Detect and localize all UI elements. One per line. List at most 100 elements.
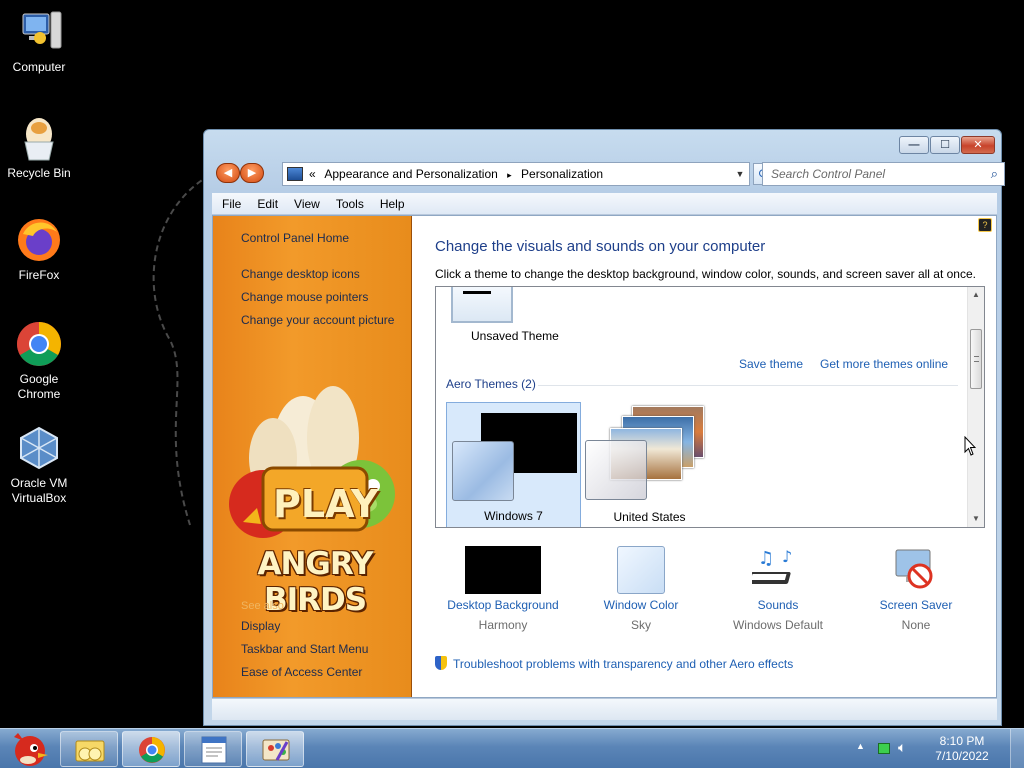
change-desktop-icons-link[interactable]: Change desktop icons <box>241 267 360 281</box>
theme-windows-7[interactable]: Windows 7 <box>446 402 581 527</box>
network-icon[interactable] <box>878 743 890 754</box>
main-panel: ? Change the visuals and sounds on your … <box>413 216 996 697</box>
search-input[interactable]: Search Control Panel ⌕ <box>762 162 1005 186</box>
sounds-icon: ♫ ♪ <box>748 546 804 594</box>
forward-arrow-icon: ▶ <box>247 167 257 179</box>
theme-list[interactable]: Unsaved Theme Save theme Get more themes… <box>435 286 985 528</box>
shield-icon <box>435 656 447 670</box>
option-value: None <box>901 618 931 632</box>
unsaved-theme-label[interactable]: Unsaved Theme <box>471 329 559 343</box>
window-color-icon <box>617 546 665 594</box>
mouse-cursor-icon <box>964 436 976 456</box>
desktop-icon-firefox[interactable]: FireFox <box>0 216 78 283</box>
taskbar-clock[interactable]: 8:10 PM 7/10/2022 <box>922 734 1002 764</box>
breadcrumb-personalization[interactable]: Personalization <box>521 167 603 181</box>
clock-time: 8:10 PM <box>939 734 985 748</box>
screen-saver-option[interactable]: Screen Saver None <box>851 546 981 632</box>
desktop-background-option[interactable]: Desktop Background Harmony <box>438 546 568 632</box>
taskbar-explorer-button[interactable] <box>60 731 118 767</box>
option-value: Harmony <box>478 618 528 632</box>
desktop-icon-computer[interactable]: Computer <box>0 8 78 75</box>
caption-buttons: — ☐ ✕ <box>899 136 995 154</box>
desktop-icon-virtualbox[interactable]: Oracle VM VirtualBox <box>0 424 78 506</box>
theme-color-swatch <box>585 440 647 500</box>
breadcrumb-separator-icon[interactable]: ▸ <box>507 170 512 180</box>
angry-bird-start-icon <box>14 733 48 766</box>
scrollbar-thumb[interactable] <box>970 329 982 389</box>
minimize-button[interactable]: — <box>899 136 929 154</box>
menu-bar: File Edit View Tools Help <box>212 193 997 215</box>
address-dropdown-icon[interactable]: ▼ <box>731 163 749 185</box>
display-link[interactable]: Display <box>241 619 280 633</box>
play-banner-text: PLAY <box>273 482 379 526</box>
breadcrumb-appearance[interactable]: Appearance and Personalization <box>324 167 497 181</box>
page-title: Change the visuals and sounds on your co… <box>435 238 766 255</box>
show-desktop-button[interactable] <box>1010 729 1024 768</box>
theme-united-states[interactable]: United States <box>582 402 717 527</box>
option-value: Windows Default <box>732 618 824 632</box>
sounds-option[interactable]: ♫ ♪ Sounds Windows Default <box>713 546 843 632</box>
scroll-down-icon[interactable]: ▼ <box>968 511 984 527</box>
close-button[interactable]: ✕ <box>961 136 995 154</box>
menu-file[interactable]: File <box>212 193 247 211</box>
back-button[interactable]: ◀ <box>216 163 240 183</box>
menu-view[interactable]: View <box>284 193 326 211</box>
option-value: Sky <box>630 618 651 632</box>
desktop-icon-label: Recycle Bin <box>7 166 71 180</box>
window-color-option[interactable]: Window Color Sky <box>576 546 706 632</box>
clock-date: 7/10/2022 <box>935 749 989 763</box>
theme-color-swatch <box>452 441 514 501</box>
navigation-bar: ◀ ▶ « Appearance and Personalization ▸ P… <box>214 162 1005 186</box>
back-arrow-icon: ◀ <box>223 167 233 179</box>
breadcrumb-overflow[interactable]: « <box>309 167 316 181</box>
see-also-heading: See also <box>241 600 284 612</box>
screen-saver-icon <box>892 546 940 594</box>
taskbar-personalization-button[interactable] <box>246 731 304 767</box>
control-panel-home-link[interactable]: Control Panel Home <box>241 231 349 245</box>
start-button[interactable] <box>4 729 52 768</box>
recycle-bin-icon <box>15 114 63 162</box>
wordpad-icon <box>201 736 227 764</box>
theme-list-scrollbar[interactable]: ▲ ▼ <box>967 287 984 527</box>
menu-edit[interactable]: Edit <box>247 193 284 211</box>
option-title[interactable]: Desktop Background <box>438 598 568 612</box>
unsaved-theme-thumbnail[interactable] <box>451 287 513 323</box>
troubleshoot-link[interactable]: Troubleshoot problems with transparency … <box>435 656 793 671</box>
taskbar-chrome-button[interactable] <box>122 731 180 767</box>
virtualbox-icon <box>15 424 63 472</box>
save-theme-link[interactable]: Save theme <box>739 357 803 371</box>
status-bar <box>212 698 997 720</box>
forward-button[interactable]: ▶ <box>240 163 264 183</box>
get-more-themes-link[interactable]: Get more themes online <box>820 357 948 371</box>
desktop-icon-google-chrome[interactable]: Google Chrome <box>0 320 78 402</box>
maximize-button[interactable]: ☐ <box>930 136 960 154</box>
firefox-icon <box>15 216 63 264</box>
desktop-icon-label: Computer <box>12 60 66 74</box>
chrome-icon <box>139 737 165 763</box>
search-icon[interactable]: ⌕ <box>991 166 998 182</box>
ease-of-access-link[interactable]: Ease of Access Center <box>241 665 362 679</box>
menu-help[interactable]: Help <box>370 193 411 211</box>
desktop-icon-recycle-bin[interactable]: Recycle Bin <box>0 114 78 181</box>
change-account-picture-link[interactable]: Change your account picture <box>241 313 394 327</box>
scroll-up-icon[interactable]: ▲ <box>968 287 984 303</box>
control-panel-icon <box>287 167 303 181</box>
taskbar-start-menu-link[interactable]: Taskbar and Start Menu <box>241 642 368 656</box>
desktop-background-icon <box>465 546 541 594</box>
menu-tools[interactable]: Tools <box>326 193 370 211</box>
taskbar-wordpad-button[interactable] <box>184 731 242 767</box>
group-divider <box>538 385 958 386</box>
help-icon[interactable]: ? <box>978 218 992 232</box>
volume-icon[interactable]: 🔈︎ <box>898 739 906 756</box>
minimize-icon: — <box>908 139 920 151</box>
content-area: Control Panel Home Change desktop icons … <box>212 215 997 698</box>
option-title[interactable]: Window Color <box>576 598 706 612</box>
breadcrumb: « Appearance and Personalization ▸ Perso… <box>309 167 609 181</box>
troubleshoot-label[interactable]: Troubleshoot problems with transparency … <box>453 657 793 671</box>
option-title[interactable]: Screen Saver <box>851 598 981 612</box>
show-hidden-icons[interactable]: ▲ <box>856 741 865 751</box>
address-bar[interactable]: « Appearance and Personalization ▸ Perso… <box>282 162 750 186</box>
aero-themes-heading: Aero Themes (2) <box>446 377 536 391</box>
option-title[interactable]: Sounds <box>713 598 843 612</box>
change-mouse-pointers-link[interactable]: Change mouse pointers <box>241 290 368 304</box>
